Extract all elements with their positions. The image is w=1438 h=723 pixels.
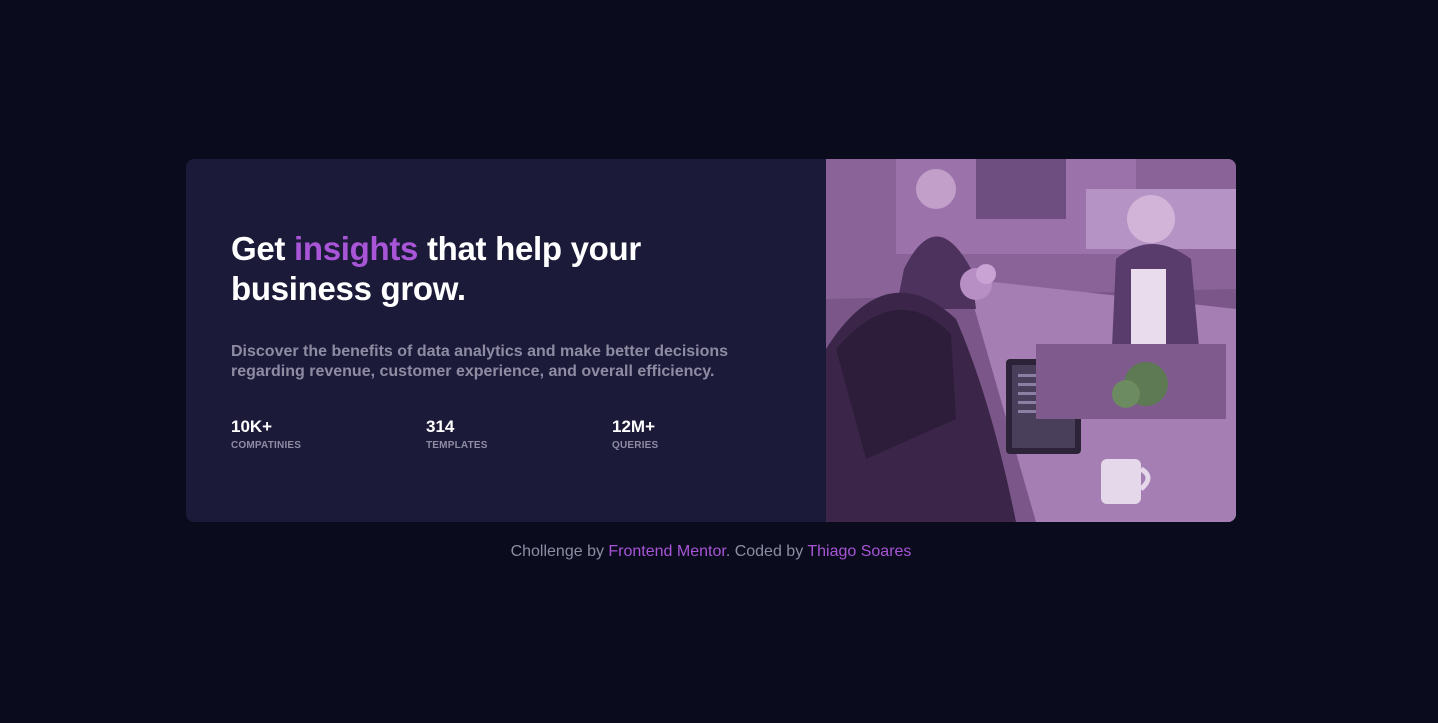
frontend-mentor-link[interactable]: Frontend Mentor (608, 543, 725, 560)
stat-label: QUERIES (612, 440, 659, 451)
author-link[interactable]: Thiago Soares (807, 543, 911, 560)
stat-value: 10K+ (231, 417, 273, 436)
description: Discover the benefits of data analytics … (231, 343, 729, 380)
stats-preview-card: Get insights that help your business gro… (186, 159, 1236, 522)
stat-value: 12M+ (612, 417, 655, 436)
footer-middle: . Coded by (725, 543, 808, 560)
stat-templates: 314 TEMPLATES (426, 417, 488, 452)
office-photo-illustration (826, 159, 1236, 522)
stats-list: 10K+ COMPATINIES 314 TEMPLATES 12M+ QUER… (231, 417, 791, 457)
stat-label: COMPATINIES (231, 440, 302, 451)
stat-companies: 10K+ COMPATINIES (231, 417, 301, 452)
headline: Get insights that help your business gro… (231, 229, 701, 309)
office-team-photo (826, 159, 1236, 522)
footer-prefix: Chollenge by (510, 543, 609, 560)
headline-start: Get (231, 230, 294, 267)
stat-queries: 12M+ QUERIES (612, 417, 658, 452)
card-content: Get insights that help your business gro… (186, 159, 826, 522)
headline-accent: insights (293, 230, 419, 267)
stat-label: TEMPLATES (426, 440, 488, 451)
attribution-footer: Chollenge by Frontend Mentor. Coded by T… (0, 542, 1422, 562)
stat-value: 314 (426, 417, 455, 436)
